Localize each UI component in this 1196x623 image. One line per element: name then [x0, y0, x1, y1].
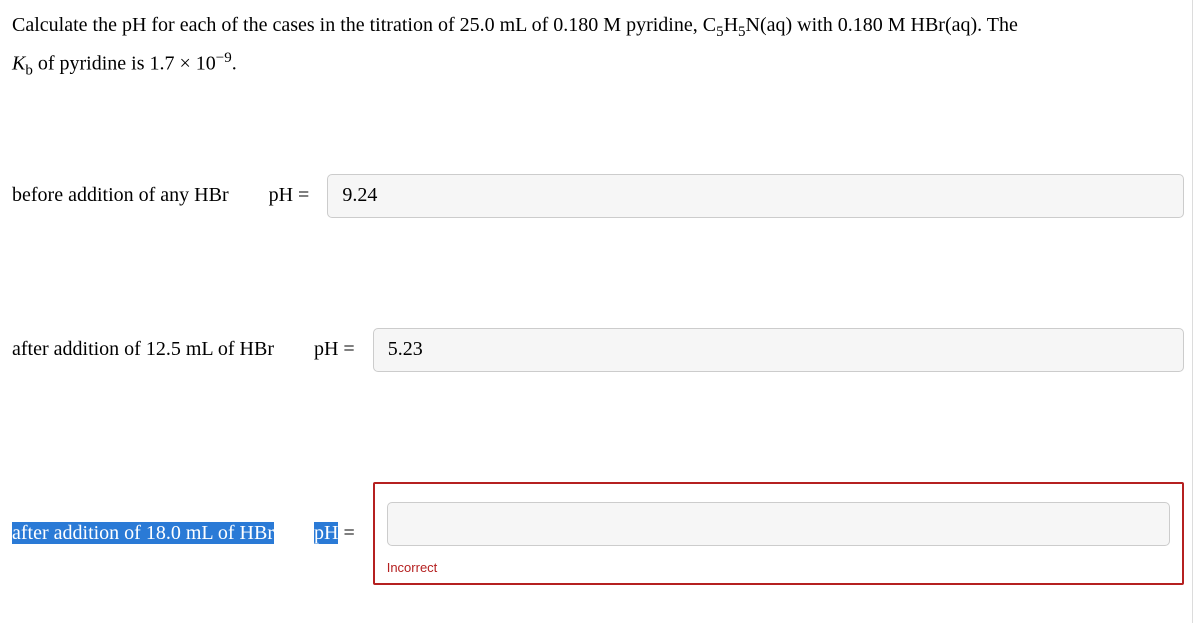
feedback-incorrect: Incorrect	[387, 560, 1170, 575]
divider	[1192, 0, 1193, 623]
ph-input-2[interactable]	[373, 328, 1184, 372]
ph-equals: pH =	[314, 522, 355, 545]
incorrect-container: Incorrect	[373, 482, 1184, 585]
row-label: before addition of any HBr	[12, 184, 229, 207]
ph-input-3[interactable]	[387, 502, 1170, 546]
row-label: after addition of 18.0 mL of HBr	[12, 522, 274, 545]
row-after-18-ml: after addition of 18.0 mL of HBr pH = In…	[12, 482, 1184, 585]
ph-equals: pH =	[269, 184, 310, 207]
row-label: after addition of 12.5 mL of HBr	[12, 338, 274, 361]
row-before-any-hbr: before addition of any HBr pH =	[12, 174, 1184, 218]
ph-input-1[interactable]	[327, 174, 1184, 218]
question-text: Calculate the pH for each of the cases i…	[12, 8, 1184, 84]
ph-equals: pH =	[314, 338, 355, 361]
row-after-12-5-ml: after addition of 12.5 mL of HBr pH =	[12, 328, 1184, 372]
